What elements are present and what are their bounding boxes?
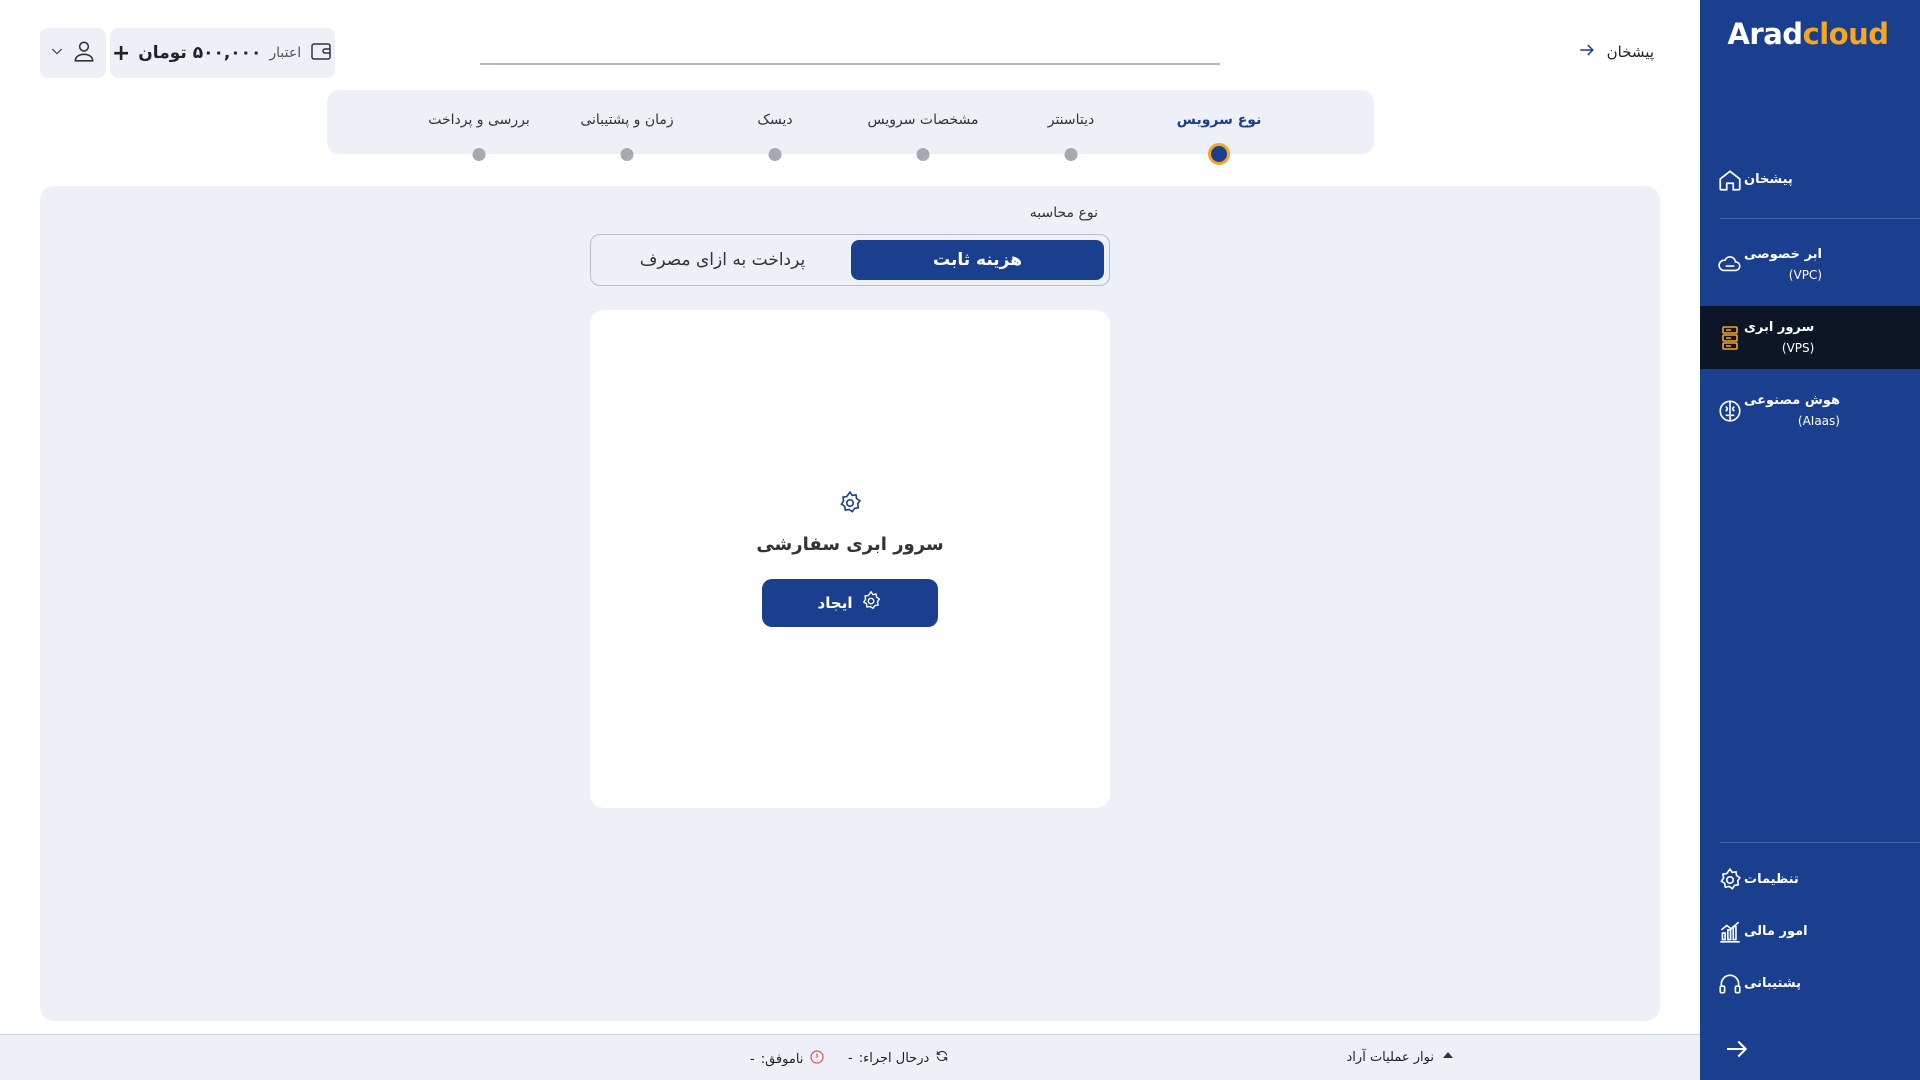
sidebar-item-label: پیشخان <box>1744 172 1793 187</box>
sidebar-item-vps[interactable]: سرور ابری (VPS) <box>1700 306 1920 369</box>
failed-label: ناموفق: <box>760 1051 804 1067</box>
headset-icon <box>1716 970 1744 998</box>
step-time-support[interactable]: زمان و پشتیبانی <box>580 112 673 128</box>
credit-widget[interactable]: + ۵۰۰,۰۰۰ تومان اعتبار <box>110 28 335 78</box>
step-dot[interactable] <box>1064 148 1078 161</box>
step-datacenter[interactable]: دیتاسنتر <box>1048 112 1095 128</box>
credit-amount: ۵۰۰,۰۰۰ تومان <box>138 43 262 63</box>
step-dot[interactable] <box>768 148 782 161</box>
back-link-label: پیشخان <box>1606 43 1654 61</box>
create-button-label: ایجاد <box>817 594 853 612</box>
sidebar-item-vpc[interactable]: ابر خصوصی (VPC) <box>1700 237 1920 293</box>
fixed-cost-option[interactable]: هزینه ثابت <box>851 240 1104 280</box>
stepper-track <box>480 63 1220 65</box>
chevron-down-icon <box>49 43 65 63</box>
sidebar: Arad cloud پیشخان ابر خصوصی (VPC) سرور ابر… <box>1700 0 1920 1080</box>
running-value: - <box>848 1050 853 1066</box>
credit-label: اعتبار <box>269 45 302 61</box>
step-review-payment[interactable]: بررسی و پرداخت <box>428 112 530 128</box>
sidebar-item-label: امور مالی <box>1744 924 1808 939</box>
brain-icon <box>1716 397 1744 425</box>
pay-as-you-go-option[interactable]: پرداخت به ازای مصرف <box>596 240 849 280</box>
sidebar-item-label: تنظیمات <box>1744 872 1799 887</box>
gear-icon <box>837 490 863 516</box>
operations-bar-toggle[interactable]: نوار عملیات آراد <box>1347 1049 1454 1065</box>
user-icon <box>71 38 97 68</box>
plus-icon[interactable]: + <box>112 41 130 66</box>
failed-value: - <box>750 1051 755 1067</box>
step-dot-active[interactable] <box>1208 143 1230 165</box>
logo-text-cloud: cloud <box>1802 17 1889 51</box>
gear-icon <box>860 590 882 616</box>
operations-bar-title: نوار عملیات آراد <box>1346 1049 1434 1065</box>
step-service-type[interactable]: نوع سرویس <box>1177 112 1262 128</box>
step-dot[interactable] <box>620 148 634 161</box>
wallet-icon <box>309 39 333 67</box>
sidebar-divider <box>1720 842 1920 843</box>
status-failed: ناموفق: - <box>750 1049 825 1069</box>
caret-up-icon <box>1442 1049 1454 1065</box>
cloud-icon <box>1716 251 1744 279</box>
billing-type-toggle: هزینه ثابت پرداخت به ازای مصرف <box>590 234 1110 286</box>
sidebar-item-finance[interactable]: امور مالی <box>1700 916 1920 948</box>
sidebar-item-support[interactable]: پشتیبانی <box>1700 968 1920 1000</box>
alert-circle-icon <box>809 1049 825 1069</box>
sidebar-item-dashboard[interactable]: پیشخان <box>1700 162 1920 198</box>
back-to-dashboard-link[interactable]: پیشخان <box>1577 40 1654 64</box>
sidebar-item-label: سرور ابری (VPS) <box>1744 319 1815 355</box>
logo-text-arad: Arad <box>1727 17 1803 51</box>
step-service-specs[interactable]: مشخصات سرویس <box>867 112 978 128</box>
gear-icon <box>1716 866 1744 894</box>
collapse-sidebar-arrow-icon[interactable] <box>1722 1034 1752 1064</box>
user-menu-button[interactable] <box>40 28 106 78</box>
sidebar-item-ai[interactable]: هوش مصنوعی (AIaas) <box>1700 383 1920 439</box>
sidebar-item-settings[interactable]: تنظیمات <box>1700 864 1920 896</box>
chart-icon <box>1716 918 1744 946</box>
sidebar-item-label: پشتیبانی <box>1744 976 1801 991</box>
custom-server-card: سرور ابری سفارشی ایجاد <box>590 310 1110 808</box>
arrow-right-icon <box>1577 40 1597 64</box>
calculation-type-label: نوع محاسبه <box>1029 205 1098 221</box>
step-disk[interactable]: دیسک <box>757 112 792 128</box>
create-button[interactable]: ایجاد <box>762 579 938 627</box>
refresh-icon <box>935 1049 949 1067</box>
operations-bar: نوار عملیات آراد درحال اجراء: - ناموفق: … <box>0 1034 1700 1080</box>
sidebar-item-label: ابر خصوصی (VPC) <box>1744 247 1822 282</box>
running-label: درحال اجراء: <box>858 1050 930 1066</box>
sidebar-divider <box>1720 218 1920 219</box>
server-icon <box>1716 324 1744 352</box>
step-dot[interactable] <box>916 148 930 161</box>
card-title: سرور ابری سفارشی <box>756 534 944 555</box>
home-icon <box>1716 166 1744 194</box>
logo[interactable]: Arad cloud <box>1727 14 1889 54</box>
step-dot[interactable] <box>472 148 486 161</box>
sidebar-item-label: هوش مصنوعی (AIaas) <box>1744 393 1840 428</box>
status-running: درحال اجراء: - <box>848 1049 949 1067</box>
